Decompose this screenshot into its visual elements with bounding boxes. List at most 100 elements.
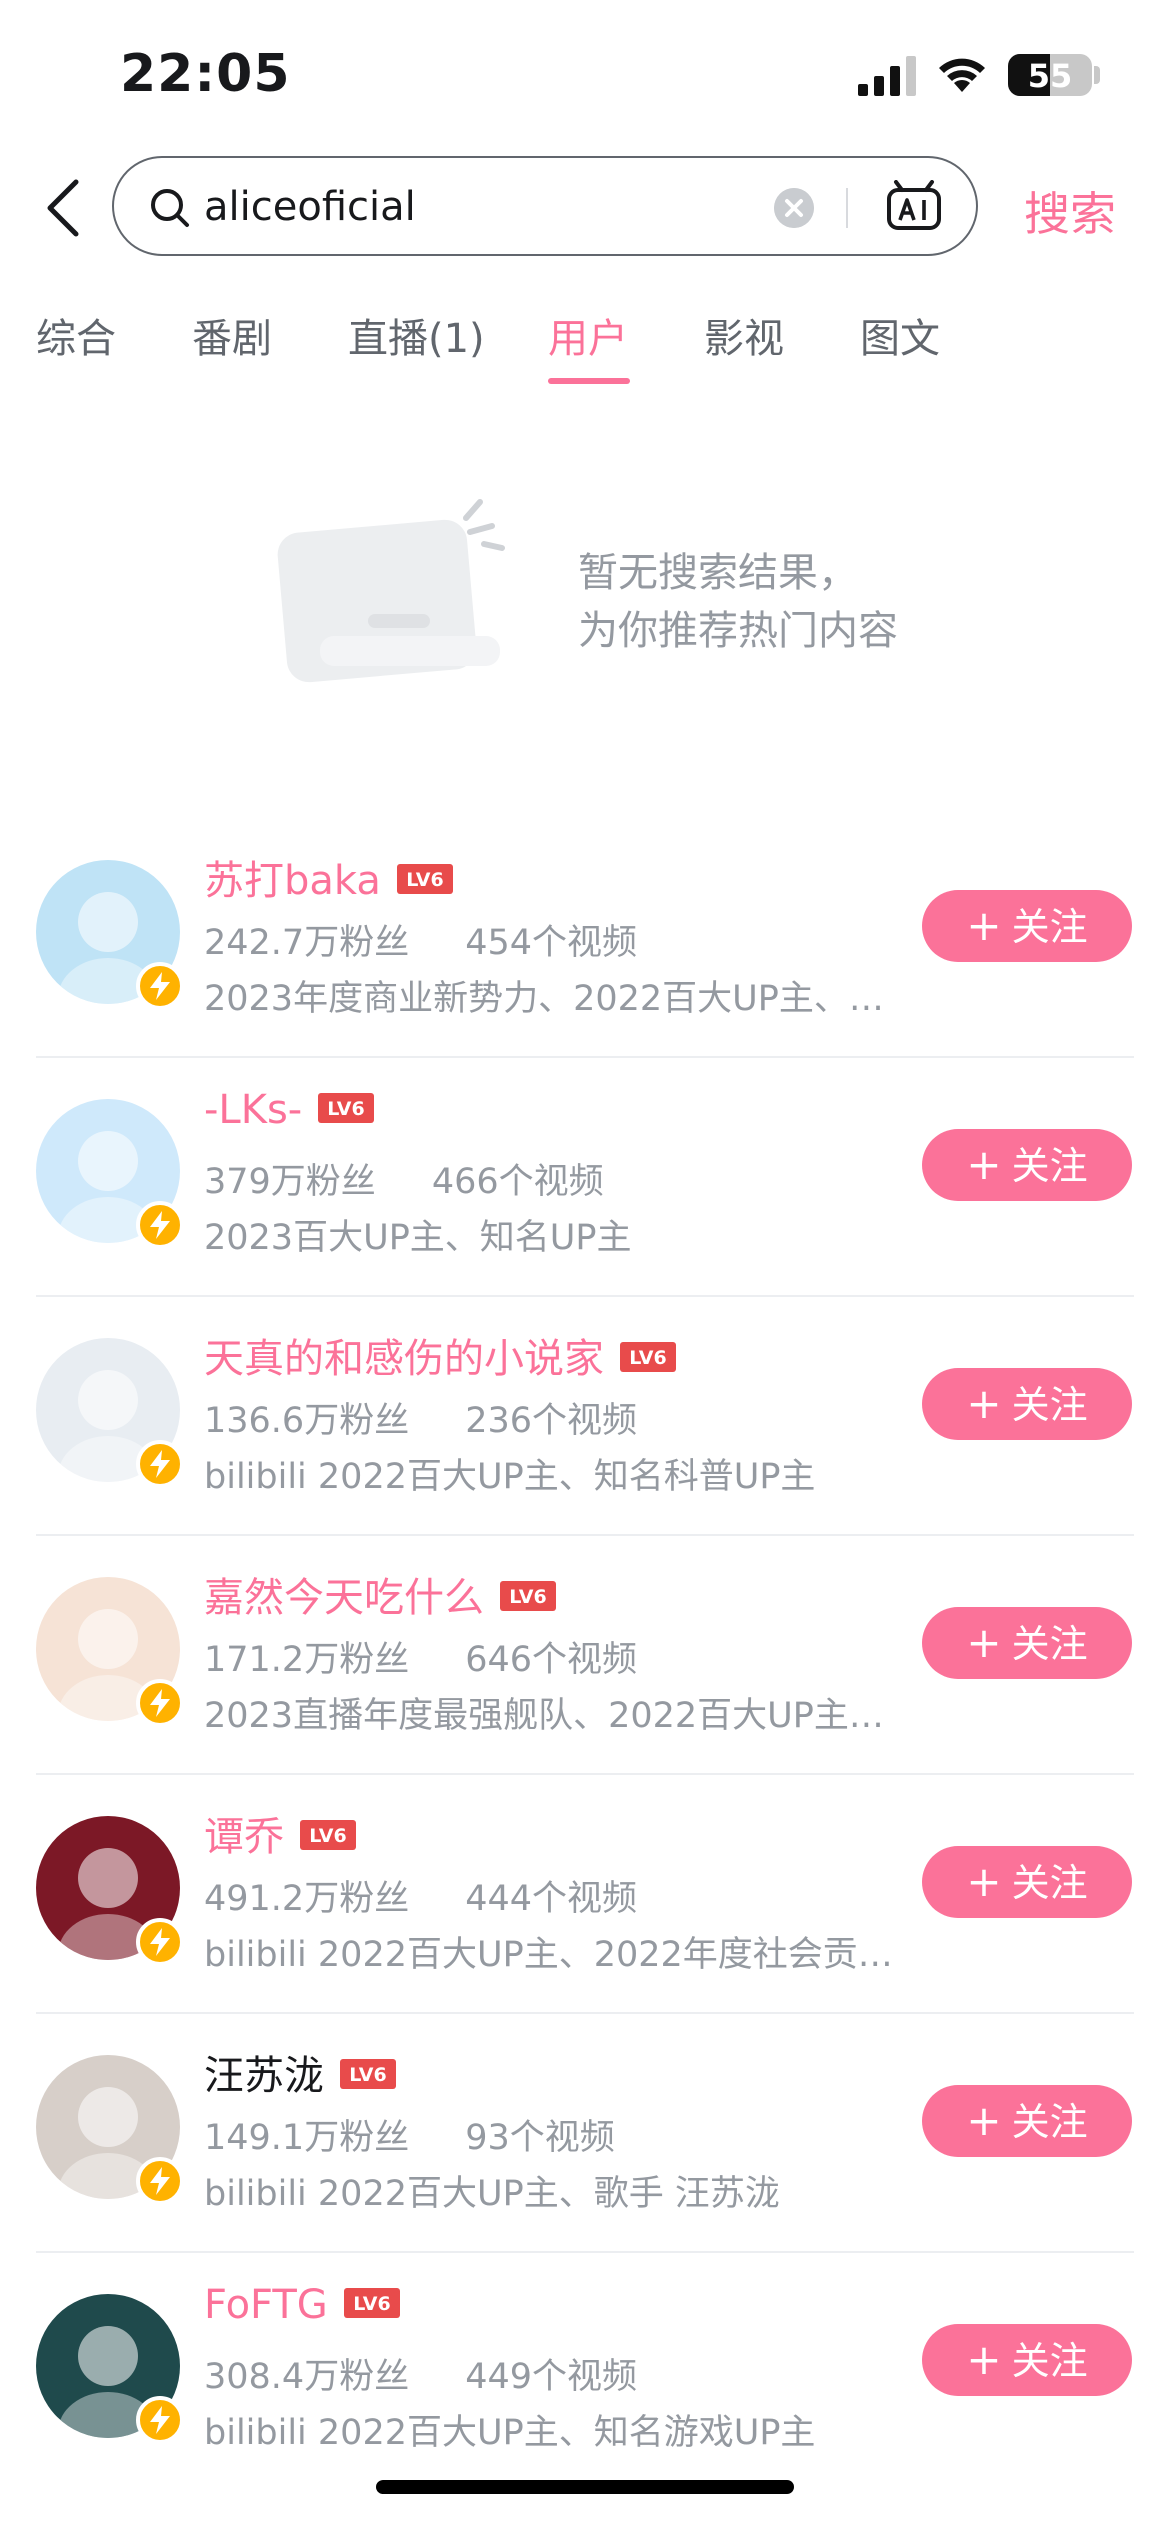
wifi-icon <box>939 58 985 92</box>
follow-button[interactable]: + 关注 <box>922 2085 1132 2157</box>
tab-articles[interactable]: 图文 <box>860 306 940 364</box>
level-badge-icon: LV6 <box>343 2288 400 2318</box>
fan-count: 136.6万粉丝 <box>204 1401 410 1441</box>
user-row[interactable]: 谭乔 LV6 491.2万粉丝 444个视频 bilibili 2022百大UP主、20… <box>0 1774 1170 2014</box>
follow-label: 关注 <box>1011 905 1088 949</box>
follow-label: 关注 <box>1011 1622 1088 1666</box>
tab-anime[interactable]: 番剧 <box>192 306 272 364</box>
user-description: 2023年度商业新势力、2022百大UP主、… <box>204 979 884 1019</box>
user-row[interactable]: 嘉然今天吃什么 LV6 171.2万粉丝 646个视频 2023直播年度最强舰队、202… <box>0 1535 1170 1775</box>
battery-icon: 55 <box>1008 54 1092 96</box>
user-stats: 379万粉丝 466个视频 <box>204 1153 604 1204</box>
verified-badge-icon <box>136 2157 184 2205</box>
follow-button[interactable]: + 关注 <box>922 1368 1132 1440</box>
level-label: LV6 <box>309 1825 346 1847</box>
verified-badge-icon <box>136 962 184 1010</box>
tab-film[interactable]: 影视 <box>704 306 784 364</box>
level-label: LV6 <box>629 1347 666 1369</box>
video-count: 93个视频 <box>465 2118 615 2158</box>
tab-live[interactable]: 直播(1) <box>348 306 485 364</box>
level-label: LV6 <box>349 2064 386 2086</box>
tab-users[interactable]: 用户 <box>548 306 628 364</box>
empty-state-line1: 暂无搜索结果， <box>578 550 858 596</box>
verified-badge-icon <box>136 1679 184 1727</box>
user-name[interactable]: 嘉然今天吃什么 LV6 <box>204 1565 556 1623</box>
user-name-text: 苏打baka <box>204 858 381 904</box>
empty-state-text: 暂无搜索结果， 为你推荐热门内容 <box>578 544 898 660</box>
verified-badge-icon <box>136 2396 184 2444</box>
plus-icon: + <box>966 1618 1002 1667</box>
verified-badge-icon <box>136 1918 184 1966</box>
user-name[interactable]: -LKs- LV6 <box>204 1087 375 1133</box>
video-count: 236个视频 <box>465 1401 638 1441</box>
user-description: bilibili 2022百大UP主、知名游戏UP主 <box>204 2413 816 2453</box>
level-label: LV6 <box>328 1098 365 1120</box>
clear-icon[interactable] <box>774 188 814 228</box>
search-box[interactable] <box>112 156 978 256</box>
user-name[interactable]: 汪苏泷 LV6 <box>204 2043 396 2101</box>
back-arrow-icon[interactable] <box>42 178 86 238</box>
cellular-signal-icon <box>858 56 916 96</box>
ai-search-icon[interactable] <box>886 180 942 232</box>
plus-icon: + <box>966 2335 1002 2384</box>
plus-icon: + <box>966 2096 1002 2145</box>
user-row[interactable]: FoFTG LV6 308.4万粉丝 449个视频 bilibili 2022百大UP主… <box>0 2252 1170 2492</box>
follow-label: 关注 <box>1011 1144 1088 1188</box>
user-name-text: 天真的和感伤的小说家 <box>204 1336 604 1382</box>
search-icon <box>151 189 189 227</box>
follow-label: 关注 <box>1011 1861 1088 1905</box>
user-row[interactable]: 天真的和感伤的小说家 LV6 136.6万粉丝 236个视频 bilibili 2022… <box>0 1296 1170 1536</box>
follow-label: 关注 <box>1011 1383 1088 1427</box>
user-row[interactable]: 苏打baka LV6 242.7万粉丝 454个视频 2023年度商业新势力、2022百… <box>0 818 1170 1058</box>
follow-button[interactable]: + 关注 <box>922 2324 1132 2396</box>
verified-badge-icon <box>136 1440 184 1488</box>
follow-button[interactable]: + 关注 <box>922 1846 1132 1918</box>
fan-count: 491.2万粉丝 <box>204 1879 410 1919</box>
video-count: 449个视频 <box>465 2357 638 2397</box>
level-badge-icon: LV6 <box>300 1820 356 1850</box>
plus-icon: + <box>966 1379 1002 1428</box>
search-divider <box>846 188 848 228</box>
search-tabs: 综合 番剧 直播(1) 用户 影视 图文 <box>0 300 1170 390</box>
user-row[interactable]: 汪苏泷 LV6 149.1万粉丝 93个视频 bilibili 2022百大UP主、歌手… <box>0 2013 1170 2253</box>
follow-button[interactable]: + 关注 <box>922 1607 1132 1679</box>
empty-state-line2: 为你推荐热门内容 <box>578 608 898 654</box>
user-stats: 136.6万粉丝 236个视频 <box>204 1392 637 1443</box>
video-count: 454个视频 <box>465 923 638 963</box>
video-count: 466个视频 <box>431 1162 604 1202</box>
follow-button[interactable]: + 关注 <box>922 890 1132 962</box>
fan-count: 149.1万粉丝 <box>204 2118 410 2158</box>
user-row[interactable]: -LKs- LV6 379万粉丝 466个视频 2023百大UP主、知名UP主 + 关注 <box>0 1057 1170 1297</box>
plus-icon: + <box>966 1140 1002 1189</box>
fan-count: 171.2万粉丝 <box>204 1640 410 1680</box>
user-name-text: 谭乔 <box>204 1814 284 1860</box>
tab-all[interactable]: 综合 <box>36 306 116 364</box>
search-input[interactable] <box>204 176 824 238</box>
plus-icon: + <box>966 901 1002 950</box>
follow-label: 关注 <box>1011 2100 1088 2144</box>
search-button[interactable]: 搜索 <box>1024 178 1116 244</box>
level-label: LV6 <box>353 2293 390 2315</box>
level-label: LV6 <box>406 869 443 891</box>
user-name-text: 嘉然今天吃什么 <box>204 1575 484 1621</box>
verified-badge-icon <box>136 1201 184 1249</box>
user-stats: 171.2万粉丝 646个视频 <box>204 1631 637 1682</box>
user-stats: 308.4万粉丝 449个视频 <box>204 2348 637 2399</box>
user-name[interactable]: FoFTG LV6 <box>204 2282 400 2328</box>
video-count: 646个视频 <box>465 1640 638 1680</box>
user-description: bilibili 2022百大UP主、歌手 汪苏泷 <box>204 2174 780 2214</box>
fan-count: 242.7万粉丝 <box>204 923 410 963</box>
fan-count: 379万粉丝 <box>204 1162 376 1202</box>
user-name[interactable]: 天真的和感伤的小说家 LV6 <box>204 1326 676 1384</box>
video-count: 444个视频 <box>465 1879 638 1919</box>
user-name-text: FoFTG <box>204 2282 328 2328</box>
user-description: 2023直播年度最强舰队、2022百大UP主… <box>204 1696 884 1736</box>
level-badge-icon: LV6 <box>340 2059 396 2089</box>
status-time: 22:05 <box>120 44 291 104</box>
user-name[interactable]: 谭乔 LV6 <box>204 1804 356 1862</box>
fan-count: 308.4万粉丝 <box>204 2357 410 2397</box>
follow-button[interactable]: + 关注 <box>922 1129 1132 1201</box>
battery-tip <box>1094 66 1100 84</box>
empty-result-illustration <box>277 499 505 683</box>
user-name[interactable]: 苏打baka LV6 <box>204 848 453 906</box>
